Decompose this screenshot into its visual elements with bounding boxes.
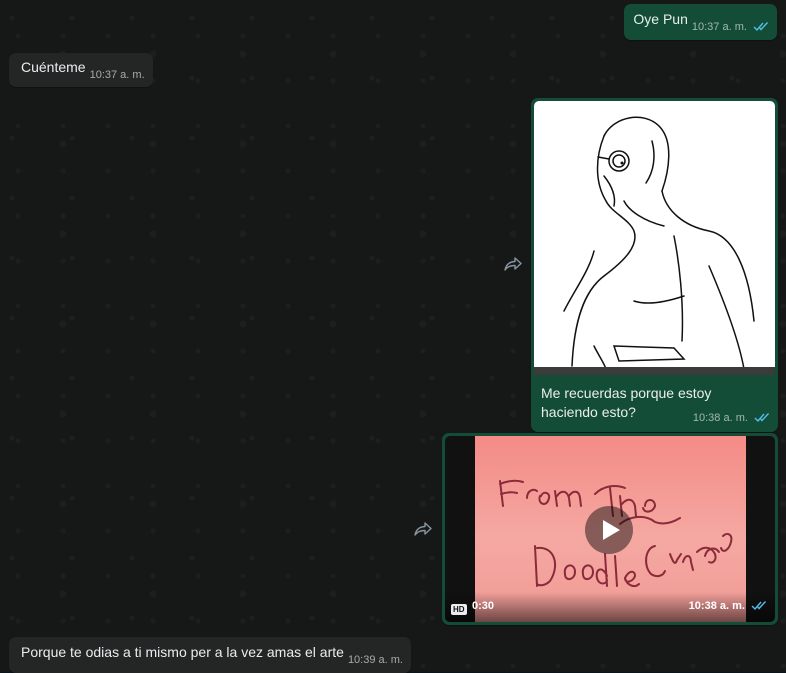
video-duration: 0:30 bbox=[472, 600, 495, 612]
message-incoming[interactable]: Porque te odias a ti mismo per a la vez … bbox=[9, 637, 411, 673]
sketch-drawing bbox=[563, 116, 755, 370]
message-time: 10:37 a. m. bbox=[89, 68, 145, 81]
read-ticks-icon bbox=[753, 21, 769, 32]
message-meta: 10:37 a. m. bbox=[692, 18, 769, 37]
play-icon bbox=[603, 520, 620, 540]
video-attachment[interactable]: HD 0:30 10:38 a. m. bbox=[445, 436, 775, 622]
read-ticks-icon bbox=[751, 600, 767, 611]
message-time: 10:39 a. m. bbox=[347, 653, 403, 666]
message-text: Oye Pun bbox=[633, 10, 688, 27]
read-ticks-icon bbox=[754, 412, 770, 423]
message-time: 10:38 a. m. bbox=[688, 600, 745, 612]
message-meta: 10:38 a. m. bbox=[693, 409, 770, 428]
message-meta: 10:38 a. m. bbox=[689, 597, 767, 616]
message-time: 10:37 a. m. bbox=[691, 20, 747, 33]
hd-badge: HD bbox=[451, 604, 467, 615]
image-attachment[interactable] bbox=[534, 101, 775, 375]
message-time: 10:38 a. m. bbox=[692, 412, 748, 424]
video-message[interactable]: HD 0:30 10:38 a. m. bbox=[442, 433, 778, 625]
message-text: Porque te odias a ti mismo per a la vez … bbox=[21, 643, 344, 660]
forward-icon[interactable] bbox=[412, 518, 434, 540]
image-message[interactable]: Me recuerdas porque estoy haciendo esto?… bbox=[531, 98, 778, 432]
play-button[interactable] bbox=[585, 506, 633, 554]
forward-icon[interactable] bbox=[502, 253, 524, 275]
message-text: Cuénteme bbox=[21, 58, 86, 75]
message-outgoing[interactable]: Oye Pun 10:37 a. m. bbox=[624, 4, 777, 40]
message-incoming[interactable]: Cuénteme 10:37 a. m. bbox=[9, 53, 153, 87]
image-bottom-bar bbox=[534, 367, 775, 375]
